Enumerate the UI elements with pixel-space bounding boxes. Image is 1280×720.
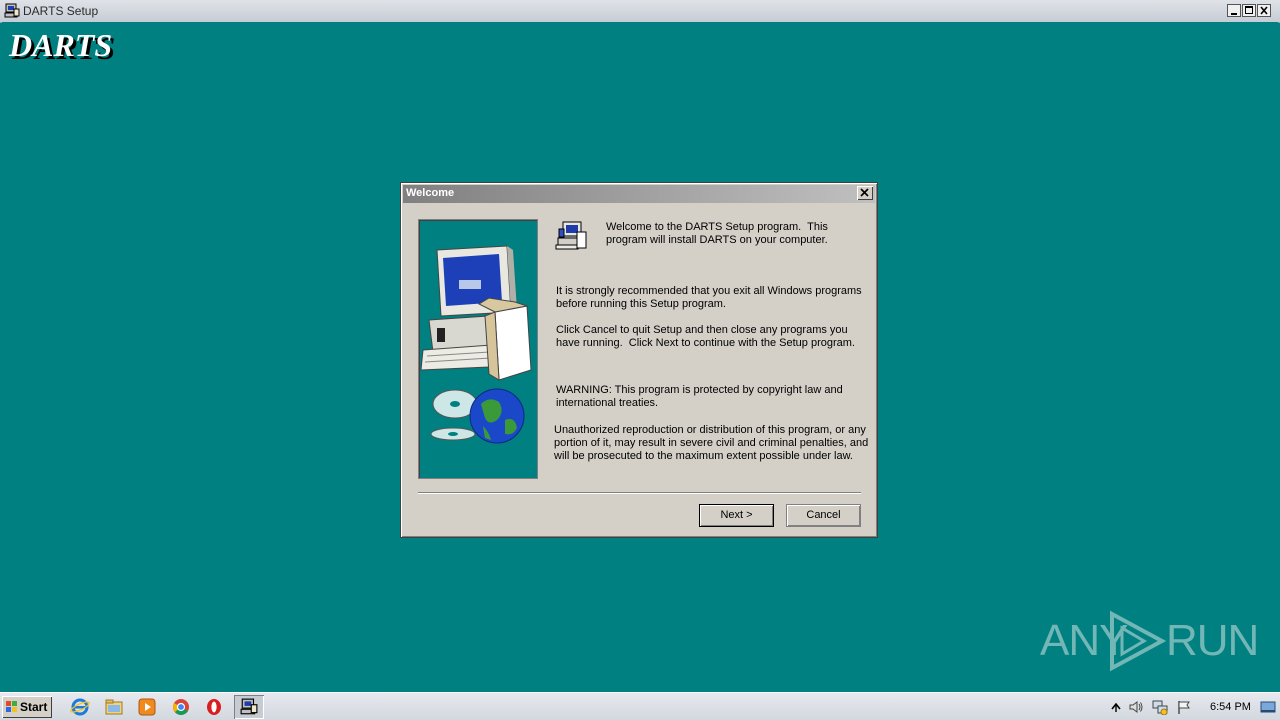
anyrun-watermark: ANY RUN — [1040, 610, 1259, 672]
dialog-close-button[interactable] — [857, 186, 873, 200]
system-tray: 6:54 PM — [1104, 695, 1278, 719]
internet-explorer-icon[interactable] — [70, 697, 90, 717]
start-button[interactable]: Start — [2, 696, 52, 718]
next-button[interactable]: Next > — [699, 504, 774, 527]
clock[interactable]: 6:54 PM — [1210, 701, 1251, 713]
start-label: Start — [20, 700, 48, 714]
setup-app-icon — [4, 3, 20, 19]
network-icon[interactable] — [1152, 699, 1168, 716]
button-separator — [418, 492, 861, 494]
cancel-instructions-text: Click Cancel to quit Setup and then clos… — [556, 324, 855, 349]
minimize-button[interactable] — [1227, 4, 1241, 17]
cancel-button[interactable]: Cancel — [786, 504, 861, 527]
chrome-icon[interactable] — [171, 697, 191, 717]
media-player-icon[interactable] — [137, 697, 157, 717]
show-hidden-icons-icon[interactable] — [1108, 699, 1124, 715]
welcome-text: Welcome to the DARTS Setup program. This… — [606, 221, 828, 246]
volume-icon[interactable] — [1128, 699, 1144, 715]
setup-computer-icon — [555, 220, 589, 252]
file-explorer-icon[interactable] — [104, 697, 124, 717]
dialog-title: Welcome — [406, 187, 455, 199]
main-window-title: DARTS Setup — [23, 4, 99, 18]
taskbar: Start 6:54 PM — [0, 692, 1280, 720]
windows-flag-icon — [6, 701, 17, 712]
main-titlebar[interactable]: DARTS Setup — [0, 0, 1280, 23]
computer-and-globe-illustration — [420, 245, 532, 444]
dialog-titlebar[interactable]: Welcome — [403, 185, 875, 203]
taskbar-setup-button[interactable] — [234, 695, 264, 719]
show-desktop-icon[interactable] — [1260, 699, 1276, 715]
warning-text: WARNING: This program is protected by co… — [556, 384, 843, 409]
welcome-dialog: Welcome Welcome to the DARTS Setup progr… — [400, 182, 878, 538]
maximize-button[interactable] — [1242, 4, 1256, 17]
setup-illustration — [418, 219, 538, 479]
close-icon[interactable] — [1257, 4, 1271, 17]
action-center-flag-icon[interactable] — [1176, 699, 1192, 715]
unauthorized-text: Unauthorized reproduction or distributio… — [554, 424, 869, 462]
brand-title: DARTS — [9, 27, 113, 63]
setup-app-icon — [240, 698, 258, 715]
opera-icon[interactable] — [204, 697, 224, 717]
watermark-text-right: RUN — [1166, 616, 1259, 665]
play-logo-icon — [1110, 610, 1167, 672]
close-icon — [860, 188, 869, 197]
recommend-text: It is strongly recommended that you exit… — [556, 285, 862, 310]
